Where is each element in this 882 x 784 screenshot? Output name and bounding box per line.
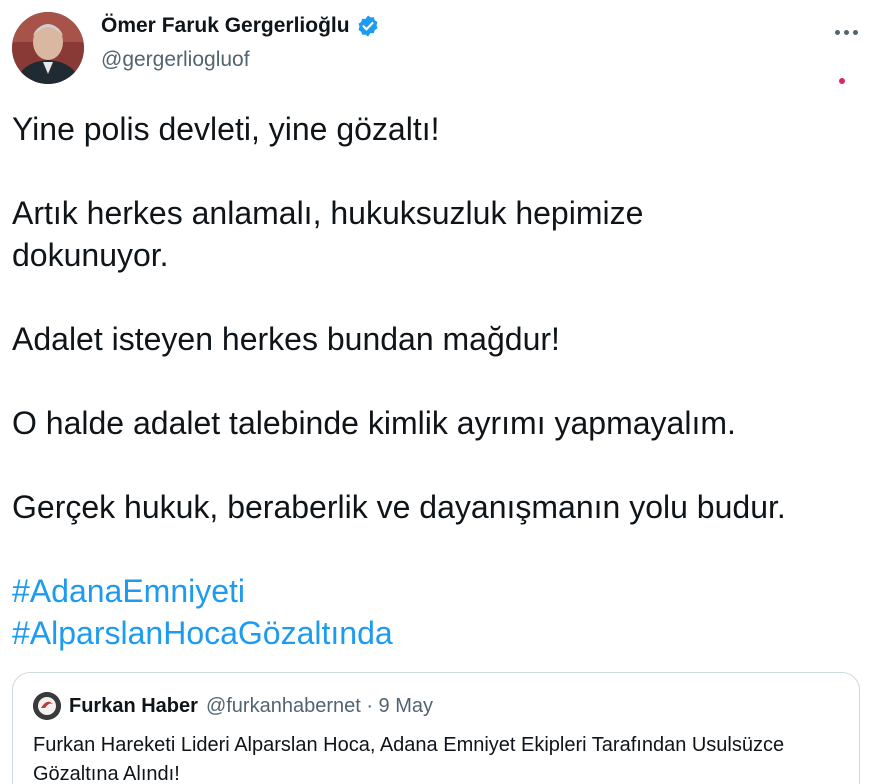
tweet-paragraph: O halde adalet talebinde kimlik ayrımı y… [12,405,736,441]
quoted-author-avatar [33,692,61,720]
quoted-tweet-text: Furkan Hareketi Lideri Alparslan Hoca, A… [33,734,785,784]
author-display-name[interactable]: Ömer Faruk Gergerlioğlu [101,14,350,38]
verified-badge-icon [356,14,380,38]
hashtag-link[interactable]: #AlparslanHocaGözaltında [12,612,872,654]
author-handle[interactable]: @gergerliogluof [101,48,250,72]
more-options-icon[interactable] [826,22,866,42]
notification-dot [839,78,845,84]
author-name-row[interactable]: Ömer Faruk Gergerlioğlu [101,14,380,38]
tweet-card: Ömer Faruk Gergerlioğlu @gergerliogluof … [0,0,882,784]
tweet-paragraph: Artık herkes anlamalı, hukuksuzluk hepim… [12,195,644,273]
author-avatar[interactable] [12,12,84,84]
tweet-paragraph: Gerçek hukuk, beraberlik ve dayanışmanın… [12,489,786,525]
tweet-paragraph: Yine polis devleti, yine gözaltı! [12,111,440,147]
tweet-text: Yine polis devleti, yine gözaltı! Artık … [12,108,872,654]
quoted-author-name: Furkan Haber [69,694,198,717]
quoted-tweet-header: Furkan Haber @furkanhabernet · 9 May [33,692,433,720]
tweet-paragraph: Adalet isteyen herkes bundan mağdur! [12,321,560,357]
quoted-tweet[interactable]: Furkan Haber @furkanhabernet · 9 May Fur… [12,672,860,784]
hashtag-link[interactable]: #AdanaEmniyeti [12,570,872,612]
avatar-photo [12,12,84,84]
quoted-author-meta: @furkanhabernet · 9 May [205,694,434,717]
